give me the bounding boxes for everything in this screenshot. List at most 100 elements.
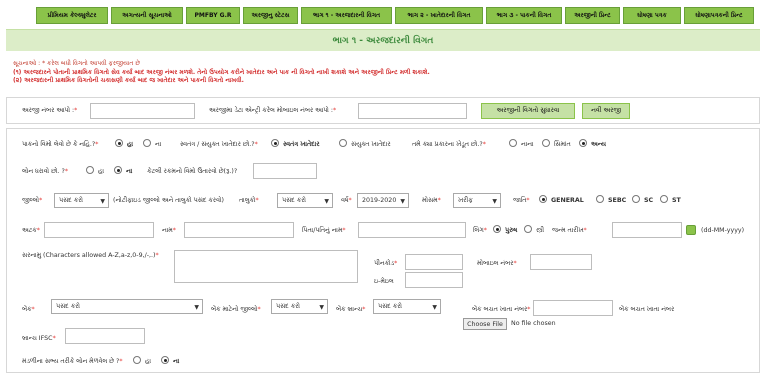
account-no-input[interactable] [533, 300, 613, 316]
farmer-small-radio[interactable] [509, 139, 517, 147]
loan-yes-radio[interactable] [86, 166, 94, 174]
bank-select[interactable]: પસંદ કરો ▼ [51, 299, 203, 314]
chevron-down-icon: ▼ [400, 198, 405, 205]
caste-sebc-radio[interactable] [596, 195, 604, 203]
nav-declaration-print[interactable]: ઘોષણાપત્રકની પ્રિન્ટ [684, 7, 754, 24]
top-navigation: પ્રીમિયમ કેલ્ક્યુલેટર અગત્યની સૂચનાઓ PMF… [36, 7, 760, 24]
application-search-panel: અરજી નંબર આપો :* અરજીમા ડેટા એન્ટ્રી કરે… [6, 97, 760, 124]
app-no-label: અરજી નંબર આપો :* [22, 107, 78, 114]
surname-label: અટક* [22, 227, 40, 234]
chevron-down-icon: ▼ [492, 198, 497, 205]
farmer-other-label: અન્ય [591, 141, 606, 148]
account-no-label-2: બેંક બચત ખાતા નંબર [619, 306, 675, 313]
gender-female-radio[interactable] [524, 225, 532, 233]
instruction-line-1: (૧) અરજદારને પોતાની પ્રાથમિક વિગતો સેવ ક… [13, 68, 430, 76]
caste-sc-radio[interactable] [632, 195, 640, 203]
caste-st-radio[interactable] [660, 195, 668, 203]
mobile-input[interactable] [530, 254, 592, 270]
district-select[interactable]: પસંદ કરો ▼ [54, 193, 109, 208]
first-name-label: નામ* [162, 227, 176, 234]
nav-part1-applicant[interactable]: ભાગ ૧ - અરજદારની વિગત [301, 7, 392, 24]
mandali-label: મંડળીના સભ્ય તરીકે લોન મેળવેલ છે ?* [22, 358, 123, 365]
no-file-label: No file chosen [511, 320, 556, 327]
dob-format-hint: (dd-MM-yyyy) [701, 227, 745, 234]
farmer-other-radio[interactable] [579, 139, 587, 147]
app-mobile-label: અરજીમા ડેટા એન્ટ્રી કરેલ મોબાઇલ નંબર આપો… [209, 107, 337, 114]
gender-male-radio[interactable] [493, 225, 501, 233]
edit-application-button[interactable]: અરજીની વિગતો સુધારવા [481, 103, 575, 119]
loan-no-radio[interactable] [114, 166, 122, 174]
pincode-input[interactable] [405, 254, 463, 270]
bank-district-select[interactable]: પસંદ કરો ▼ [271, 299, 328, 314]
email-input[interactable] [405, 272, 463, 288]
caste-sebc-label: SEBC [608, 197, 627, 204]
chevron-down-icon: ▼ [194, 304, 199, 311]
farmer-type-label: તમે ક્યા પ્રકારના ખેડૂત છો.?* [412, 141, 486, 148]
loan-amount-input[interactable] [253, 163, 317, 179]
loan-yes-label: હા [98, 168, 105, 175]
district-note: (નોટીફાઇડ જીલ્લો અને તાલુકો પસંદ કરવો) [113, 197, 225, 204]
first-name-input[interactable] [184, 222, 294, 238]
mandali-no-label: ના [173, 358, 180, 365]
insured-label: પાકનો વિમો લેવો છે કે નહિ.?* [22, 141, 99, 148]
nav-pmfby-gr[interactable]: PMFBY G.R [186, 7, 240, 24]
nav-part3-crop[interactable]: ભાગ ૩ - પાકની વિગત [486, 7, 562, 24]
season-label: મોસમ* [422, 197, 441, 204]
caste-st-label: ST [672, 197, 681, 204]
father-name-label: પિતા/પતિનું નામ* [302, 227, 346, 234]
loan-amount-label: કેટલી રકમનો વિમો ઉતારવો છે(રૂ.)? [147, 168, 238, 175]
insured-no-label: ના [155, 141, 162, 148]
nav-premium-calculator[interactable]: પ્રીમિયમ કેલ્ક્યુલેટર [36, 7, 108, 24]
caste-label: જાતિ* [513, 197, 530, 204]
gender-female-label: સ્ત્રી [536, 227, 545, 234]
nav-important-notices[interactable]: અગત્યની સૂચનાઓ [111, 7, 183, 24]
nav-application-status[interactable]: અરજીનુ સ્ટેટસ [243, 7, 298, 24]
calendar-icon[interactable] [686, 225, 696, 235]
insured-yes-radio[interactable] [115, 139, 123, 147]
address-textarea[interactable] [174, 250, 358, 283]
loan-no-label: ના [126, 168, 133, 175]
mandali-no-radio[interactable] [161, 356, 169, 364]
app-mobile-input[interactable] [358, 103, 467, 119]
choose-file-button[interactable]: Choose File [463, 318, 507, 330]
chevron-down-icon: ▼ [100, 198, 105, 205]
chevron-down-icon: ▼ [319, 304, 324, 311]
account-no-label: બેંક બચત ખાતા નંબર* [472, 306, 531, 313]
app-no-input[interactable] [90, 103, 195, 119]
dob-input[interactable] [612, 222, 682, 238]
taluka-label: તાલુકો* [239, 197, 259, 204]
bank-label: બેંક* [22, 306, 35, 313]
ownership-joint-radio[interactable] [339, 139, 347, 147]
ifsc-input[interactable] [65, 328, 145, 344]
new-application-button[interactable]: નવી અરજી [582, 103, 630, 119]
caste-general-radio[interactable] [539, 195, 547, 203]
farmer-marginal-radio[interactable] [542, 139, 550, 147]
bank-branch-label: બેંક બ્રાન્ચ* [336, 306, 366, 313]
year-label: વર્ષ* [341, 197, 352, 204]
dob-label: જન્મ તારીખ* [552, 227, 587, 234]
instruction-line-2: (૨) અરજદારની પ્રાથમિક વિગતોની ચકાસણી કર્… [13, 77, 244, 84]
gender-label: લિંગ* [473, 227, 487, 234]
caste-general-label: GENERAL [551, 197, 584, 204]
district-label: જીલ્લો* [22, 197, 43, 204]
address-label: સરનામુ (Characters allowed A-Z,a-z,0-9,/… [22, 252, 159, 259]
year-select[interactable]: 2019-2020 ▼ [357, 193, 409, 208]
taluka-select[interactable]: પસંદ કરો ▼ [277, 193, 333, 208]
father-name-input[interactable] [358, 222, 466, 238]
mandali-yes-radio[interactable] [133, 356, 141, 364]
page-title: ભાગ ૧ - અરજદારની વિગત [332, 35, 434, 46]
nav-declaration[interactable]: ઘોષણા પત્રક [623, 7, 681, 24]
bank-branch-select[interactable]: પસંદ કરો ▼ [373, 299, 441, 314]
ownership-own-radio[interactable] [271, 139, 279, 147]
pincode-label: પીનકોડ* [374, 260, 398, 267]
nav-application-print[interactable]: અરજીની પ્રિન્ટ [565, 7, 620, 24]
instructions-heading: સૂચનાઓ : * કરેલ બધી વિગતો આપવી ફરજીયાત છ… [13, 60, 140, 67]
bank-district-label: બેંક માટેનો જીલ્લો* [211, 306, 261, 313]
insured-no-radio[interactable] [143, 139, 151, 147]
nav-part2-account-holder[interactable]: ભાગ ૨ - ખાતેદારની વિગત [395, 7, 483, 24]
season-select[interactable]: ખરીફ ▼ [453, 193, 501, 208]
surname-input[interactable] [44, 222, 154, 238]
insured-yes-label: હા [127, 141, 134, 148]
ownership-own-label: સ્વતંત્ર ખાતેદાર [283, 141, 320, 148]
farmer-small-label: નાના [521, 141, 534, 148]
